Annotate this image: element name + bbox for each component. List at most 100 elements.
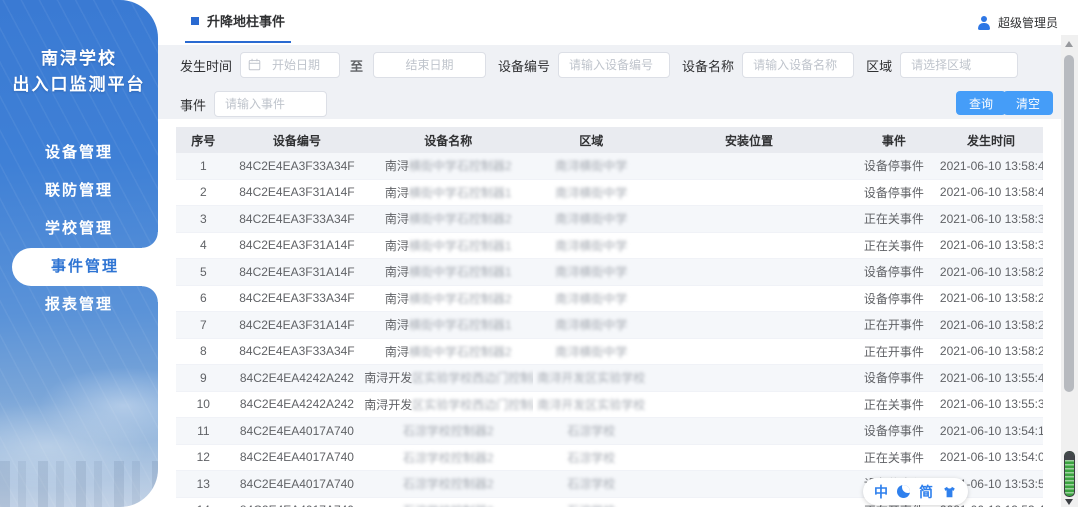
device-name-input[interactable]: [742, 52, 854, 78]
translate-extension-pill: 中 简: [863, 478, 968, 505]
cell-index: 4: [176, 232, 231, 259]
theme-shirt-icon[interactable]: [942, 485, 957, 499]
cell-location: [649, 418, 848, 445]
events-table: 序号 设备编号 设备名称 区域 安装位置 事件 发生时间: [176, 127, 1043, 507]
tab-lift-bollard-events[interactable]: 升降地柱事件: [185, 0, 291, 43]
cell-time: 2021-06-10 13:55:34: [939, 391, 1043, 418]
cell-index: 2: [176, 179, 231, 206]
sidebar-nav-item[interactable]: 设备管理: [0, 134, 158, 172]
cell-event: 正在关事件: [849, 444, 939, 471]
tab-bullet-icon: [191, 17, 199, 25]
skyline-decoration: [0, 461, 158, 507]
cell-location: [649, 365, 848, 392]
filter-panel: 发生时间 至 设备编号 设备名称 区域: [158, 45, 1061, 119]
cell-location: [649, 232, 848, 259]
cell-time: 2021-06-10 13:58:35: [939, 206, 1043, 233]
user-name: 超级管理员: [998, 14, 1058, 31]
table-row: 2 84C2E4EA3F31A14F 南浔横街中学石控制器1 南浔横街中学 设备…: [176, 179, 1043, 206]
sidebar-nav-item[interactable]: 学校管理: [0, 210, 158, 248]
cell-device-id: 84C2E4EA3F33A34F: [231, 285, 364, 312]
cell-time: 2021-06-10 13:58:43: [939, 153, 1043, 179]
cell-index: 9: [176, 365, 231, 392]
pill-curve-top: [142, 232, 158, 248]
cell-device-name: 南浔横街中学石控制器1: [363, 179, 533, 206]
end-date-input[interactable]: [373, 52, 486, 78]
cell-device-id: 84C2E4EA4017A740: [231, 471, 364, 498]
events-table-panel: 序号 设备编号 设备名称 区域 安装位置 事件 发生时间: [158, 119, 1061, 507]
cell-index: 10: [176, 391, 231, 418]
event-input[interactable]: [214, 91, 327, 117]
table-row: 5 84C2E4EA3F31A14F 南浔横街中学石控制器1 南浔横街中学 设备…: [176, 259, 1043, 286]
cell-device-id: 84C2E4EA4242A242: [231, 391, 364, 418]
device-id-label: 设备编号: [498, 56, 550, 75]
cell-device-name: 石淙学校控制器2: [363, 444, 533, 471]
cell-event: 正在开事件: [849, 338, 939, 365]
table-row: 1 84C2E4EA3F33A34F 南浔横街中学石控制器2 南浔横街中学 设备…: [176, 153, 1043, 179]
cell-time: 2021-06-10 13:55:42: [939, 365, 1043, 392]
cell-location: [649, 497, 848, 507]
occur-time-label: 发生时间: [180, 56, 232, 75]
app-title-line1: 南浔学校: [0, 46, 158, 72]
sidebar-nav-item[interactable]: 报表管理: [0, 286, 158, 324]
cell-device-name: 南浔横街中学石控制器2: [363, 338, 533, 365]
cell-device-name: 南浔横街中学石控制器2: [363, 206, 533, 233]
user-menu[interactable]: 超级管理员: [977, 0, 1058, 45]
cell-index: 14: [176, 497, 231, 507]
scrollbar-thumb[interactable]: [1064, 55, 1074, 392]
device-id-input[interactable]: [558, 52, 670, 78]
filter-row-1: 发生时间 至 设备编号 设备名称 区域: [180, 51, 1018, 79]
green-scroll-widget[interactable]: [1064, 451, 1075, 497]
cell-device-name: 南浔横街中学石控制器1: [363, 259, 533, 286]
cell-area: 南浔横街中学: [533, 338, 649, 365]
cell-device-name: 石淙学校控制器2: [363, 418, 533, 445]
green-widget-down-arrow-icon[interactable]: [1065, 499, 1073, 505]
sidebar-nav-item[interactable]: 联防管理: [0, 172, 158, 210]
sidebar-nav-item[interactable]: 事件管理: [12, 248, 158, 286]
simplified-chinese-icon[interactable]: 简: [919, 485, 933, 499]
column-header: 设备名称: [363, 127, 533, 153]
cell-device-id: 84C2E4EA4242A242: [231, 365, 364, 392]
column-header: 序号: [176, 127, 231, 153]
cell-device-name: 南浔开发区实验学校西边门控制器: [363, 391, 533, 418]
cell-event: 设备停事件: [849, 179, 939, 206]
device-name-label: 设备名称: [682, 56, 734, 75]
cell-event: 设备停事件: [849, 418, 939, 445]
scrollbar-up-arrow-icon[interactable]: [1065, 41, 1073, 47]
cell-event: 设备停事件: [849, 285, 939, 312]
cell-index: 11: [176, 418, 231, 445]
cell-device-id: 84C2E4EA3F31A14F: [231, 259, 364, 286]
sidebar: 南浔学校 出入口监测平台 设备管理 联防管理 学校管理: [0, 0, 158, 507]
sidebar-item-label: 学校管理: [45, 220, 113, 237]
cell-area: 南浔横街中学: [533, 206, 649, 233]
night-mode-moon-icon[interactable]: [897, 485, 910, 498]
clear-button[interactable]: 清空: [1003, 91, 1053, 115]
area-select[interactable]: [900, 52, 1018, 78]
cell-index: 12: [176, 444, 231, 471]
cell-location: [649, 444, 848, 471]
cell-event: 正在开事件: [849, 312, 939, 339]
cell-device-name: 石淙学校控制器2: [363, 471, 533, 498]
cell-event: 设备停事件: [849, 259, 939, 286]
cell-event: 正在关事件: [849, 206, 939, 233]
tab-label: 升降地柱事件: [207, 11, 285, 30]
table-row: 8 84C2E4EA3F33A34F 南浔横街中学石控制器2 南浔横街中学 正在…: [176, 338, 1043, 365]
cell-device-id: 84C2E4EA4017A740: [231, 497, 364, 507]
search-button[interactable]: 查询: [956, 91, 1006, 115]
cell-area: 石淙学校: [533, 471, 649, 498]
cell-area: 南浔横街中学: [533, 259, 649, 286]
cell-device-name: 南浔横街中学石控制器2: [363, 153, 533, 179]
sidebar-item-label: 联防管理: [45, 182, 113, 199]
column-header: 发生时间: [939, 127, 1043, 153]
cell-location: [649, 179, 848, 206]
chinese-lang-icon[interactable]: 中: [874, 485, 888, 499]
table-row: 7 84C2E4EA3F31A14F 南浔横街中学石控制器1 南浔横街中学 正在…: [176, 312, 1043, 339]
calendar-icon: [248, 58, 261, 76]
cell-time: 2021-06-10 13:58:23: [939, 338, 1043, 365]
filter-row-2: 事件: [180, 90, 327, 118]
cell-device-id: 84C2E4EA3F33A34F: [231, 338, 364, 365]
cell-event: 设备停事件: [849, 153, 939, 179]
app-title: 南浔学校 出入口监测平台: [0, 46, 158, 98]
cell-device-id: 84C2E4EA3F33A34F: [231, 206, 364, 233]
table-header-row: 序号 设备编号 设备名称 区域 安装位置 事件 发生时间: [176, 127, 1043, 153]
cell-index: 6: [176, 285, 231, 312]
